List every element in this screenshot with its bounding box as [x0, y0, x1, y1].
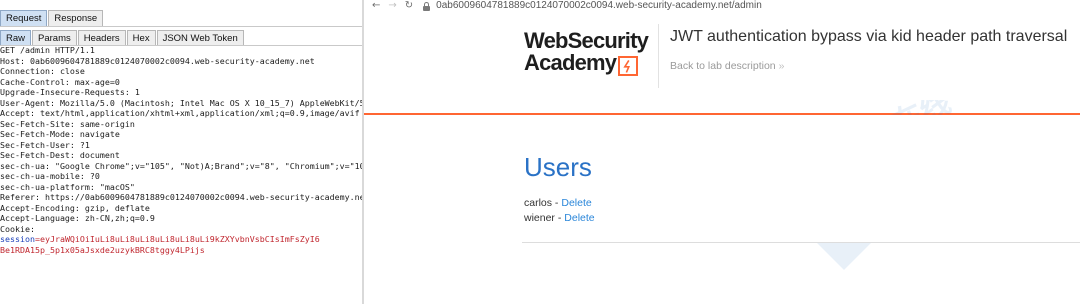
request-line: Sec-Fetch-User: ?1: [0, 139, 90, 150]
cookie-value-continuation: Be1RDA15p_5p1x05aJsxde2uzykBRC8tggy4LPij…: [0, 244, 205, 255]
content-divider: [522, 242, 1080, 243]
request-line: Accept-Language: zh-CN,zh;q=0.9: [0, 213, 155, 223]
tab-raw[interactable]: Raw: [0, 30, 32, 46]
delete-wiener-link[interactable]: Delete: [564, 212, 594, 224]
tab-params[interactable]: Params: [32, 30, 77, 46]
request-line: sec-ch-ua-platform: "macOS": [0, 181, 135, 192]
url-text[interactable]: 0ab6009604781889c0124070002c0094.web-sec…: [436, 1, 762, 11]
double-chevron-right-icon: »: [778, 60, 785, 72]
back-arrow-icon[interactable]: ←: [372, 1, 380, 11]
message-tabs: Request Response: [0, 6, 104, 26]
request-line: User-Agent: Mozilla/5.0 (Macintosh; Inte…: [0, 97, 362, 108]
logo-line-1: WebSecurity: [524, 28, 649, 53]
request-line: Sec-Fetch-Site: same-origin: [0, 118, 135, 129]
tab-json-web-token[interactable]: JSON Web Token: [156, 30, 244, 46]
tab-request[interactable]: Request: [0, 10, 48, 26]
cookie-value-line: session=eyJraWQiOiIuLi8uLi8uLi8uLi8uLi8u…: [0, 234, 362, 245]
delete-carlos-link[interactable]: Delete: [561, 197, 591, 209]
request-line: Connection: close: [0, 66, 85, 76]
browser-pane: ← → ↻ 0ab6009604781889c0124070002c0094.w…: [364, 0, 1080, 304]
lock-icon: [423, 1, 431, 11]
burp-request-pane: Request Response Raw Params Headers Hex …: [0, 0, 362, 304]
request-line: Sec-Fetch-Dest: document: [0, 150, 120, 160]
reload-icon[interactable]: ↻: [405, 1, 413, 11]
user-row-wiener: wiener - Delete: [524, 212, 595, 224]
forward-arrow-icon[interactable]: →: [388, 1, 396, 11]
lightning-bolt-icon: [618, 56, 638, 76]
username: wiener: [524, 212, 555, 224]
request-line: Host: 0ab6009604781889c0124070002c0094.w…: [0, 55, 315, 66]
request-line: Cache-Control: max-age=0: [0, 76, 120, 87]
tab-hex[interactable]: Hex: [126, 30, 156, 46]
header-divider: [658, 24, 659, 88]
username: carlos: [524, 197, 553, 209]
users-heading: Users: [524, 152, 592, 182]
request-line: Cookie:: [0, 223, 35, 234]
request-line: Accept-Encoding: gzip, deflate: [0, 202, 150, 213]
back-link-label: Back to lab description: [670, 60, 776, 72]
request-line: sec-ch-ua: "Google Chrome";v="105", "Not…: [0, 160, 362, 171]
request-line: Upgrade-Insecure-Requests: 1: [0, 87, 140, 97]
request-line: Accept: text/html,application/xhtml+xml,…: [0, 108, 360, 118]
request-line: GET /admin HTTP/1.1: [0, 45, 95, 55]
cookie-value: =eyJraWQiOiIuLi8uLi8uLi8uLi8uLi8uLi9kZXY…: [34, 234, 320, 244]
tab-response[interactable]: Response: [48, 10, 104, 26]
request-line: Referer: https://0ab6009604781889c012407…: [0, 192, 362, 202]
editor-view-tabs: Raw Params Headers Hex JSON Web Token: [0, 26, 245, 46]
tab-headers[interactable]: Headers: [77, 30, 126, 46]
separator: -: [552, 197, 562, 209]
content-area: [522, 115, 1080, 243]
request-line: sec-ch-ua-mobile: ?0: [0, 171, 100, 181]
separator: -: [554, 212, 565, 224]
request-header-lines: GET /admin HTTP/1.1 Host: 0ab600960478188…: [0, 45, 362, 234]
request-line: Sec-Fetch-Mode: navigate: [0, 129, 120, 139]
lab-title: JWT authentication bypass via kid header…: [670, 28, 1068, 45]
raw-request-editor[interactable]: GET /admin HTTP/1.1 Host: 0ab600960478188…: [0, 45, 362, 304]
cookie-name: session: [0, 234, 35, 244]
back-to-lab-description-link[interactable]: Back to lab description»: [670, 60, 785, 72]
user-row-carlos: carlos - Delete: [524, 197, 592, 209]
websecurity-academy-logo[interactable]: WebSecurity Academy: [524, 30, 658, 80]
address-bar: ← → ↻ 0ab6009604781889c0124070002c0094.w…: [364, 0, 1080, 12]
